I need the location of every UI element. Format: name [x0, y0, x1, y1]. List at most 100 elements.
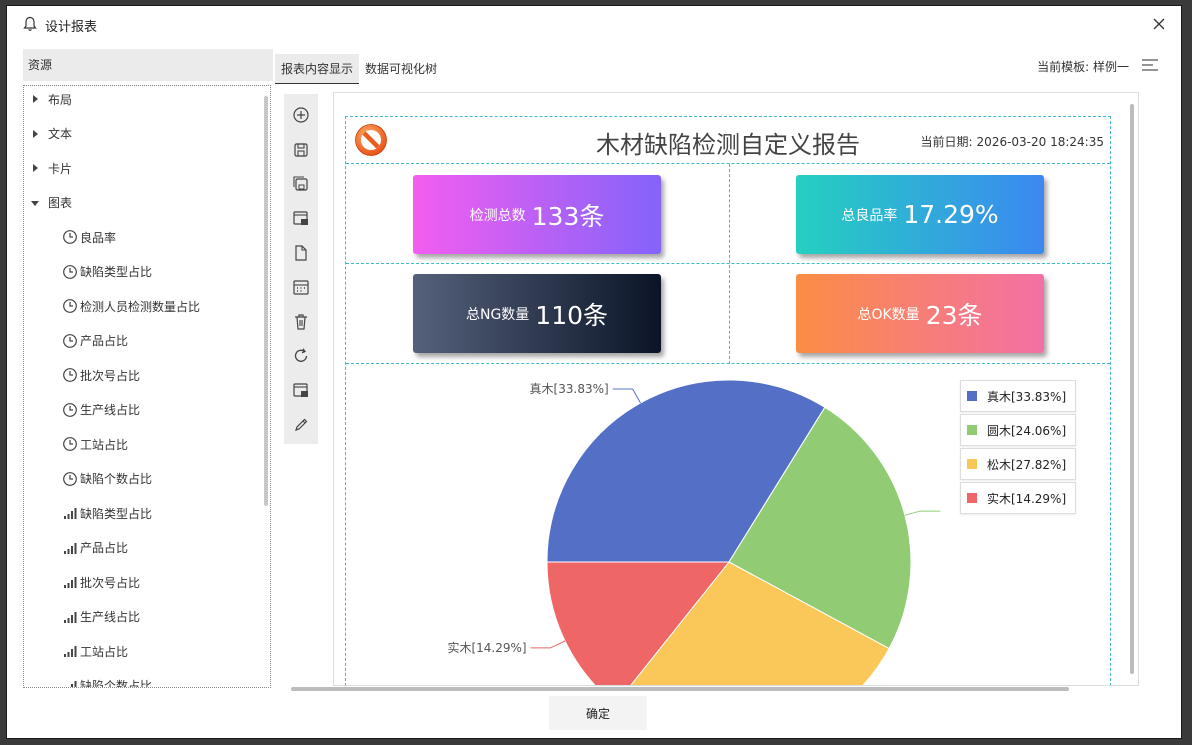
- card-yield-rate[interactable]: 总良品率 17.29%: [796, 175, 1044, 254]
- legend-label: 圆木[24.06%]: [987, 423, 1067, 438]
- save-as-icon[interactable]: [291, 174, 311, 194]
- caret-down-icon[interactable]: [30, 198, 40, 208]
- tree-item[interactable]: 工站占比: [62, 434, 128, 454]
- tree-item-label: 产品占比: [80, 541, 129, 555]
- tree-item[interactable]: 产品占比: [62, 538, 128, 558]
- view-tabs: 报表内容显示 数据可视化树: [275, 54, 443, 84]
- legend-item-1[interactable]: 圆木[24.06%]: [960, 414, 1076, 446]
- legend-label: 松木[27.82%]: [987, 457, 1067, 472]
- menu-icon[interactable]: [1141, 57, 1159, 73]
- resource-header: 资源: [23, 49, 273, 81]
- legend-swatch: [967, 391, 977, 401]
- confirm-button[interactable]: 确定: [549, 696, 647, 730]
- tree-item[interactable]: 生产线占比: [62, 400, 140, 420]
- legend-item-2[interactable]: 松木[27.82%]: [960, 448, 1076, 480]
- tree-item-label: 良品率: [80, 230, 117, 245]
- tree-item[interactable]: 缺陷个数占比: [62, 469, 152, 489]
- caret-right-icon[interactable]: [30, 94, 40, 104]
- legend-item-3[interactable]: 实木[14.29%]: [960, 482, 1076, 514]
- tree-item[interactable]: 缺陷类型占比: [62, 503, 152, 523]
- card-ok-count[interactable]: 总OK数量 23条: [796, 274, 1044, 353]
- card-label: 总OK数量: [857, 306, 920, 323]
- legend-swatch: [967, 459, 977, 469]
- pie-chart-area: 真木[33.83%] 实木[14.29%] 真木[33.83%] 圆木[24.06%…: [346, 365, 1112, 685]
- design-report-dialog: 设计报表 资源 布局 文本 卡片 图表 良品率 缺陷类型占比 检测人员检测数量占比 产品占比批…: [6, 5, 1182, 739]
- tree-item-label: 生产线占比: [80, 610, 141, 624]
- tree-item[interactable]: 批次号占比: [62, 365, 140, 385]
- tree-item-label: 缺陷类型占比: [80, 506, 153, 521]
- tree-group-1[interactable]: 文本: [30, 124, 72, 144]
- tree-item[interactable]: 批次号占比: [62, 572, 140, 592]
- legend-swatch: [967, 493, 977, 503]
- tree-group-label: 图表: [48, 196, 73, 210]
- bar-chart-icon: [67, 680, 77, 687]
- tree-group-label: 卡片: [48, 161, 73, 176]
- save-icon[interactable]: [291, 140, 311, 160]
- date-label: 当前日期:: [920, 135, 973, 149]
- card-value: 17.29%: [903, 200, 999, 229]
- tree-group-2[interactable]: 卡片: [30, 158, 72, 178]
- tree-item-label: 生产线占比: [80, 403, 141, 417]
- clock-icon: [63, 333, 77, 348]
- clock-icon: [63, 471, 77, 486]
- tree-item[interactable]: 缺陷个数占比: [62, 676, 153, 688]
- window-title: 设计报表: [45, 20, 98, 35]
- clock-icon: [63, 230, 77, 244]
- tree-item-label: 工站占比: [80, 437, 129, 452]
- edit-icon[interactable]: [291, 415, 311, 435]
- tree-item[interactable]: 工站占比: [62, 641, 128, 661]
- resource-tree: 布局 文本 卡片 图表 良品率 缺陷类型占比 检测人员检测数量占比 产品占比 批次号占比 生产线占…: [23, 85, 271, 688]
- card-label: 总良品率: [841, 207, 898, 224]
- refresh-icon[interactable]: [291, 346, 311, 366]
- tree-item[interactable]: 良品率: [62, 227, 116, 247]
- card-value: 133条: [531, 201, 605, 231]
- clock-icon: [63, 264, 77, 279]
- card-ng-count[interactable]: 总NG数量 110条: [413, 274, 661, 353]
- tree-group-3[interactable]: 图表: [30, 193, 72, 213]
- tab-data-tree[interactable]: 数据可视化树: [359, 54, 443, 84]
- card-label: 总NG数量: [465, 306, 530, 323]
- clock-icon: [63, 402, 77, 417]
- caret-right-icon[interactable]: [30, 129, 40, 139]
- calendar-icon[interactable]: [291, 277, 311, 297]
- card-value: 23条: [925, 300, 983, 330]
- slice-label-0: 真木[33.83%]: [530, 382, 609, 396]
- card-total-count[interactable]: 检测总数 133条: [413, 175, 661, 254]
- bell-icon: [23, 16, 37, 31]
- card-divider: [729, 164, 730, 364]
- canvas-horizontal-scrollbar[interactable]: [279, 684, 1135, 694]
- tree-item[interactable]: 产品占比: [62, 331, 128, 351]
- delete-icon[interactable]: [291, 312, 311, 332]
- tree-item-label: 缺陷类型占比: [80, 265, 153, 279]
- chart-legend: 真木[33.83%] 圆木[24.06%] 松木[27.82%] 实木[14.29%]: [960, 380, 1076, 516]
- new-file-icon[interactable]: [291, 243, 311, 263]
- bar-chart-icon: [64, 508, 77, 519]
- export-icon[interactable]: [291, 208, 311, 228]
- caret-right-icon[interactable]: [30, 163, 40, 173]
- tree-group-0[interactable]: 布局: [30, 89, 72, 109]
- bar-chart-icon: [64, 611, 77, 623]
- label-line-3: [530, 640, 566, 649]
- clock-icon: [63, 299, 77, 313]
- tree-item[interactable]: 生产线占比: [62, 607, 140, 627]
- tree-item[interactable]: 缺陷类型占比: [62, 262, 152, 282]
- tree-item-label: 缺陷个数占比: [80, 679, 153, 688]
- close-icon[interactable]: [1151, 16, 1167, 32]
- clock-icon: [63, 437, 77, 451]
- date-value: 2026-03-20 18:24:35: [976, 135, 1104, 149]
- report-date: 当前日期: 2026-03-20 18:24:35: [921, 133, 1105, 150]
- tree-group-label: 布局: [48, 92, 73, 107]
- tree-item[interactable]: 检测人员检测数量占比: [62, 296, 200, 316]
- clock-icon: [63, 368, 77, 382]
- legend-item-0[interactable]: 真木[33.83%]: [960, 380, 1076, 412]
- import-icon[interactable]: [291, 380, 311, 400]
- card-value: 110条: [535, 300, 609, 330]
- legend-label: 实木[14.29%]: [987, 491, 1067, 506]
- report-canvas: 木材缺陷检测自定义报告 当前日期: 2026-03-20 18:24:35 检测总…: [333, 92, 1139, 686]
- tree-item-label: 检测人员检测数量占比: [80, 299, 201, 314]
- tree-scrollbar[interactable]: [262, 86, 270, 687]
- title-bar: 设计报表: [7, 6, 1181, 42]
- add-icon[interactable]: [291, 105, 311, 125]
- tab-report-content[interactable]: 报表内容显示: [275, 54, 360, 84]
- canvas-vertical-scrollbar[interactable]: [1127, 92, 1137, 686]
